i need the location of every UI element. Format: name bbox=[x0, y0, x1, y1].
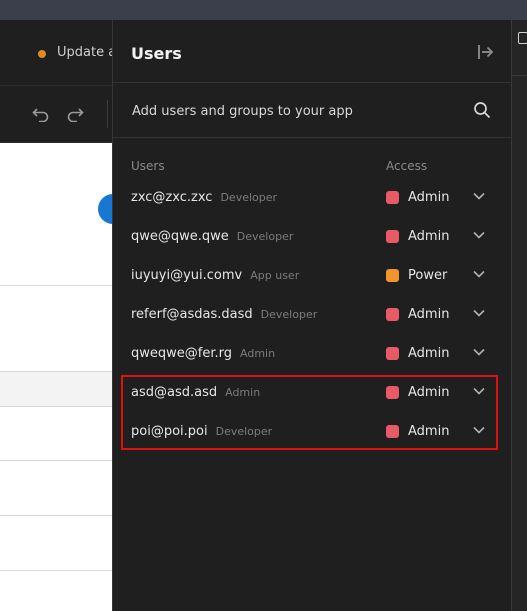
browser-top-strip bbox=[0, 0, 527, 20]
user-row[interactable]: referf@asdas.dasd Developer Admin bbox=[113, 295, 512, 334]
user-role: Developer bbox=[215, 425, 273, 438]
chevron-down-icon[interactable] bbox=[473, 309, 485, 317]
canvas-divider bbox=[0, 570, 112, 571]
column-header-access: Access bbox=[386, 159, 428, 173]
user-email: poi@poi.poi Developer bbox=[131, 424, 273, 439]
collapse-panel-icon[interactable] bbox=[477, 44, 495, 60]
user-role: Developer bbox=[260, 308, 318, 321]
user-row[interactable]: iuyuyi@yui.comv App user Power bbox=[113, 256, 512, 295]
canvas-divider bbox=[0, 460, 112, 461]
canvas-band bbox=[0, 371, 112, 407]
background-toolbar bbox=[0, 86, 112, 143]
screen: Update a Users Add users and groups to y… bbox=[0, 0, 527, 611]
background-header: Update a bbox=[0, 20, 116, 86]
user-row[interactable]: poi@poi.poi Developer Admin bbox=[113, 412, 512, 451]
column-header-users: Users bbox=[131, 159, 165, 173]
user-email: iuyuyi@yui.comv App user bbox=[131, 268, 300, 283]
access-color-swatch bbox=[386, 425, 399, 438]
user-email: referf@asdas.dasd Developer bbox=[131, 307, 318, 322]
access-label: Power bbox=[408, 268, 448, 283]
access-label: Admin bbox=[408, 346, 450, 361]
chevron-down-icon[interactable] bbox=[473, 231, 485, 239]
chevron-down-icon[interactable] bbox=[473, 426, 485, 434]
user-email: zxc@zxc.zxc Developer bbox=[131, 190, 278, 205]
access-label: Admin bbox=[408, 229, 450, 244]
canvas-divider bbox=[0, 285, 112, 286]
access-color-swatch bbox=[386, 347, 399, 360]
canvas-divider bbox=[0, 515, 112, 516]
search-icon[interactable] bbox=[473, 101, 491, 119]
access-color-swatch bbox=[386, 230, 399, 243]
user-row[interactable]: qweqwe@fer.rg Admin Admin bbox=[113, 334, 512, 373]
search-input[interactable] bbox=[132, 100, 452, 122]
panel-title: Users bbox=[131, 44, 182, 63]
user-role: Developer bbox=[220, 191, 278, 204]
strip-divider bbox=[512, 75, 527, 76]
user-row[interactable]: zxc@zxc.zxc Developer Admin bbox=[113, 178, 512, 217]
panel-divider bbox=[113, 137, 512, 138]
user-email: qweqwe@fer.rg Admin bbox=[131, 346, 276, 361]
chevron-down-icon[interactable] bbox=[473, 387, 485, 395]
user-email: asd@asd.asd Admin bbox=[131, 385, 261, 400]
chevron-down-icon[interactable] bbox=[473, 348, 485, 356]
access-label: Admin bbox=[408, 307, 450, 322]
access-color-swatch bbox=[386, 308, 399, 321]
user-role: App user bbox=[250, 269, 300, 282]
undo-icon[interactable] bbox=[32, 106, 50, 122]
redo-icon[interactable] bbox=[66, 106, 84, 122]
user-row[interactable]: qwe@qwe.qwe Developer Admin bbox=[113, 217, 512, 256]
access-color-swatch bbox=[386, 269, 399, 282]
access-label: Admin bbox=[408, 424, 450, 439]
search-row bbox=[113, 83, 512, 138]
access-label: Admin bbox=[408, 190, 450, 205]
user-role: Admin bbox=[225, 386, 261, 399]
access-label: Admin bbox=[408, 385, 450, 400]
access-color-swatch bbox=[386, 386, 399, 399]
right-side-strip bbox=[511, 20, 527, 611]
users-panel: Users Users Access zxc@zxc.zxcDeveloper … bbox=[112, 20, 512, 611]
chevron-down-icon[interactable] bbox=[473, 270, 485, 278]
app-canvas bbox=[0, 143, 112, 611]
status-dot bbox=[38, 50, 46, 58]
access-color-swatch bbox=[386, 191, 399, 204]
panel-toggle-icon[interactable] bbox=[518, 32, 527, 44]
users-list: zxc@zxc.zxc Developer Admin qwe@qwe.qwe De… bbox=[113, 178, 512, 451]
user-row[interactable]: asd@asd.asd Admin Admin bbox=[113, 373, 512, 412]
background-app: Update a bbox=[0, 20, 128, 611]
user-role: Admin bbox=[240, 347, 276, 360]
chevron-down-icon[interactable] bbox=[473, 192, 485, 200]
update-status-text[interactable]: Update a bbox=[57, 45, 116, 60]
toolbar-divider bbox=[107, 100, 108, 128]
user-email: qwe@qwe.qwe Developer bbox=[131, 229, 294, 244]
user-role: Developer bbox=[236, 230, 294, 243]
